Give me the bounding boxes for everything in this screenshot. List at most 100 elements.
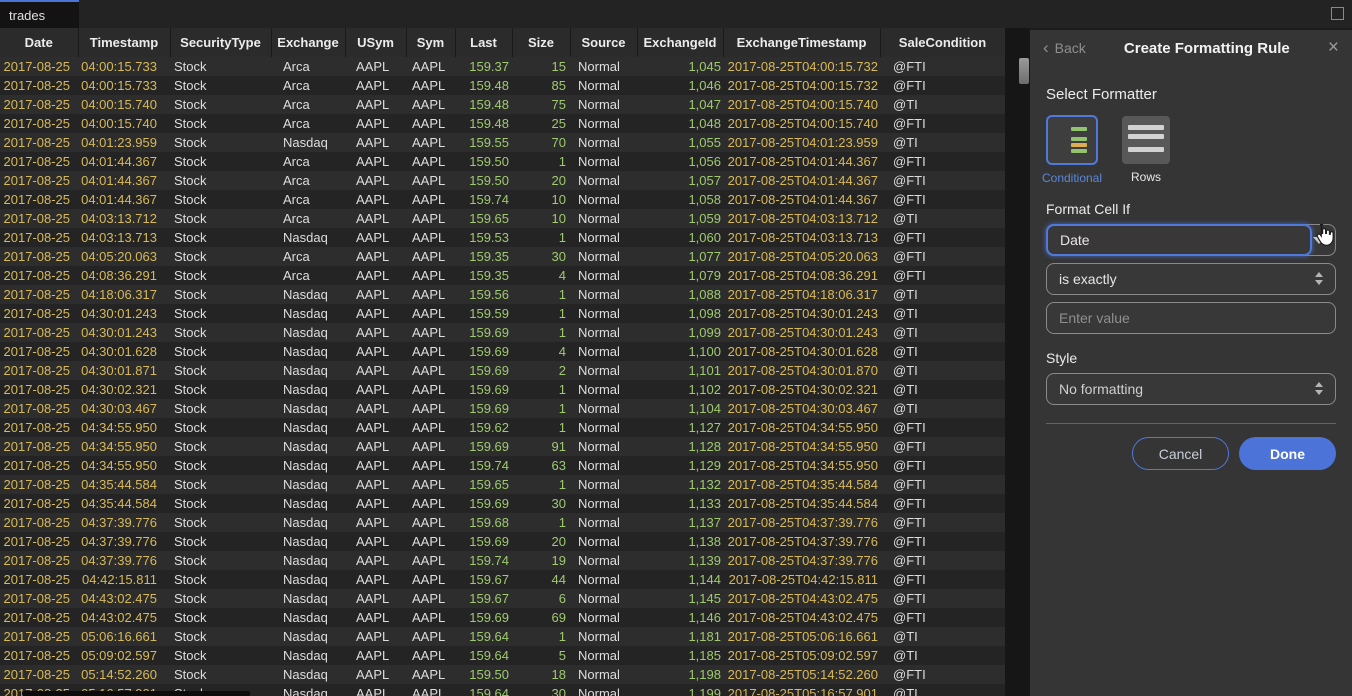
cell[interactable]: 2017-08-25T04:01:44.367 — [723, 171, 880, 190]
cell[interactable]: 2017-08-25 — [0, 399, 78, 418]
cell[interactable]: Stock — [170, 95, 271, 114]
cell[interactable]: AAPL — [345, 684, 406, 696]
cell[interactable]: 2017-08-25T04:42:15.811 — [723, 570, 880, 589]
cell[interactable]: 1 — [512, 304, 570, 323]
cell[interactable]: 1,137 — [637, 513, 723, 532]
cell[interactable]: Stock — [170, 475, 271, 494]
cell[interactable]: @FTI — [880, 114, 1005, 133]
table-row[interactable]: 2017-08-2504:34:55.950StockNasdaqAAPLAAP… — [0, 456, 1005, 475]
cell[interactable]: Normal — [570, 133, 637, 152]
cell[interactable]: AAPL — [345, 152, 406, 171]
cell[interactable]: 2017-08-25 — [0, 570, 78, 589]
cell[interactable]: 05:09:02.597 — [78, 646, 170, 665]
cell[interactable]: 04:01:44.367 — [78, 152, 170, 171]
cell[interactable]: AAPL — [406, 323, 455, 342]
cell[interactable]: 2017-08-25T04:03:13.712 — [723, 209, 880, 228]
cell[interactable]: @FTI — [880, 494, 1005, 513]
cell[interactable]: 1,055 — [637, 133, 723, 152]
cell[interactable]: Stock — [170, 532, 271, 551]
cell[interactable]: 05:14:52.260 — [78, 665, 170, 684]
column-header[interactable]: ExchangeId — [637, 28, 723, 57]
cell[interactable]: Normal — [570, 418, 637, 437]
cell[interactable]: Nasdaq — [271, 684, 345, 696]
cell[interactable]: Stock — [170, 76, 271, 95]
cell[interactable]: AAPL — [345, 646, 406, 665]
cell[interactable]: Nasdaq — [271, 494, 345, 513]
cell[interactable]: 1,077 — [637, 247, 723, 266]
cell[interactable]: AAPL — [345, 209, 406, 228]
cell[interactable]: 1,088 — [637, 285, 723, 304]
cell[interactable]: AAPL — [406, 532, 455, 551]
cell[interactable]: Nasdaq — [271, 665, 345, 684]
cell[interactable]: 159.48 — [455, 114, 512, 133]
cell[interactable]: @TI — [880, 380, 1005, 399]
cell[interactable]: AAPL — [406, 76, 455, 95]
cell[interactable]: 04:00:15.740 — [78, 114, 170, 133]
table-row[interactable]: 2017-08-2504:37:39.776StockNasdaqAAPLAAP… — [0, 532, 1005, 551]
cell[interactable]: 1,102 — [637, 380, 723, 399]
cell[interactable]: Nasdaq — [271, 475, 345, 494]
cell[interactable]: 2017-08-25 — [0, 646, 78, 665]
cell[interactable]: Nasdaq — [271, 456, 345, 475]
cell[interactable]: Arca — [271, 114, 345, 133]
cell[interactable]: Arca — [271, 152, 345, 171]
cell[interactable]: 1 — [512, 380, 570, 399]
cell[interactable]: AAPL — [406, 570, 455, 589]
cell[interactable]: @TI — [880, 646, 1005, 665]
cell[interactable]: Stock — [170, 589, 271, 608]
cell[interactable]: 1,046 — [637, 76, 723, 95]
cell[interactable]: @FTI — [880, 513, 1005, 532]
cell[interactable]: 159.74 — [455, 456, 512, 475]
cell[interactable]: AAPL — [406, 665, 455, 684]
cell[interactable]: Normal — [570, 532, 637, 551]
cell[interactable]: 04:37:39.776 — [78, 551, 170, 570]
cell[interactable]: AAPL — [406, 399, 455, 418]
cell[interactable]: Stock — [170, 209, 271, 228]
cell[interactable]: AAPL — [406, 418, 455, 437]
column-select[interactable]: Date — [1046, 224, 1336, 256]
cell[interactable]: 159.68 — [455, 513, 512, 532]
cell[interactable]: AAPL — [345, 589, 406, 608]
cell[interactable]: 04:37:39.776 — [78, 532, 170, 551]
cell[interactable]: 04:30:01.243 — [78, 323, 170, 342]
cell[interactable]: 2017-08-25 — [0, 266, 78, 285]
cell[interactable]: AAPL — [406, 380, 455, 399]
cell[interactable]: 2017-08-25T04:03:13.713 — [723, 228, 880, 247]
cell[interactable]: Normal — [570, 570, 637, 589]
table-row[interactable]: 2017-08-2504:00:15.740StockArcaAAPLAAPL1… — [0, 95, 1005, 114]
cell[interactable]: 159.50 — [455, 152, 512, 171]
cell[interactable]: Stock — [170, 380, 271, 399]
cell[interactable]: 1,099 — [637, 323, 723, 342]
cell[interactable]: Nasdaq — [271, 532, 345, 551]
cell[interactable]: Nasdaq — [271, 304, 345, 323]
maximize-icon[interactable] — [1331, 7, 1344, 20]
cell[interactable]: @FTI — [880, 608, 1005, 627]
cell[interactable]: 2017-08-25T04:35:44.584 — [723, 475, 880, 494]
cell[interactable]: 70 — [512, 133, 570, 152]
cell[interactable]: AAPL — [345, 665, 406, 684]
cell[interactable]: Nasdaq — [271, 361, 345, 380]
cell[interactable]: 2 — [512, 361, 570, 380]
cell[interactable]: 1,057 — [637, 171, 723, 190]
cell[interactable]: 1 — [512, 418, 570, 437]
cell[interactable]: 159.74 — [455, 551, 512, 570]
cell[interactable]: Normal — [570, 589, 637, 608]
value-input[interactable]: Enter value — [1046, 302, 1336, 334]
cell[interactable]: Normal — [570, 57, 637, 76]
cell[interactable]: Normal — [570, 228, 637, 247]
table-row[interactable]: 2017-08-2504:34:55.950StockNasdaqAAPLAAP… — [0, 437, 1005, 456]
cell[interactable]: 2017-08-25T04:00:15.732 — [723, 57, 880, 76]
cancel-button[interactable]: Cancel — [1132, 437, 1229, 470]
cell[interactable]: 2017-08-25 — [0, 551, 78, 570]
done-button[interactable]: Done — [1239, 437, 1336, 470]
cell[interactable]: 2017-08-25 — [0, 513, 78, 532]
cell[interactable]: 2017-08-25T04:00:15.740 — [723, 114, 880, 133]
cell[interactable]: Normal — [570, 475, 637, 494]
table-row[interactable]: 2017-08-2504:30:01.871StockNasdaqAAPLAAP… — [0, 361, 1005, 380]
cell[interactable]: Nasdaq — [271, 285, 345, 304]
cell[interactable]: 159.65 — [455, 475, 512, 494]
cell[interactable]: Stock — [170, 285, 271, 304]
cell[interactable]: 4 — [512, 266, 570, 285]
column-header[interactable]: Source — [570, 28, 637, 57]
cell[interactable]: 2017-08-25T05:09:02.597 — [723, 646, 880, 665]
